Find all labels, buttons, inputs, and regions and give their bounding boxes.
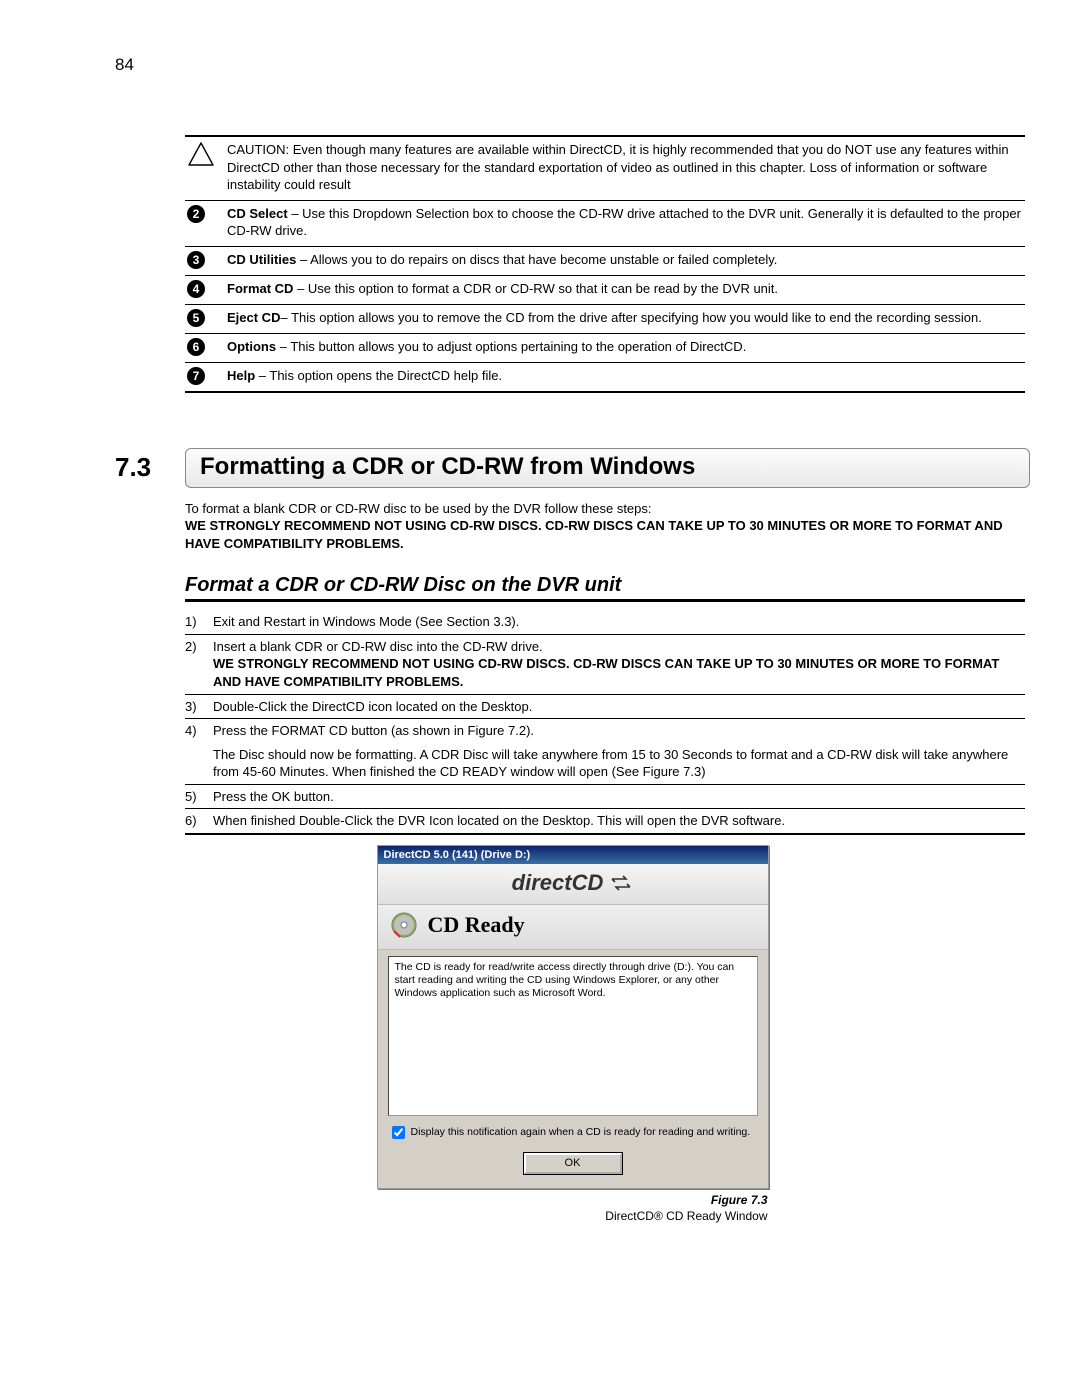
cd-ready-row: CD Ready: [378, 905, 768, 950]
def-row-2: 2 CD Select – Use this Dropdown Selectio…: [185, 200, 1025, 246]
steps-list: 1) Exit and Restart in Windows Mode (See…: [185, 610, 1025, 834]
brand-text: directCD: [512, 870, 604, 896]
cd-disc-icon: [390, 911, 418, 939]
ok-button[interactable]: OK: [524, 1153, 622, 1174]
step-1: 1) Exit and Restart in Windows Mode (See…: [185, 610, 1025, 634]
swap-arrows-icon: [609, 874, 633, 892]
section-number: 7.3: [115, 452, 185, 483]
section-heading: 7.3 Formatting a CDR or CD-RW from Windo…: [115, 448, 1030, 488]
circle-7-icon: 7: [187, 367, 205, 385]
section-title: Formatting a CDR or CD-RW from Windows: [185, 448, 1030, 488]
sub-heading: Format a CDR or CD-RW Disc on the DVR un…: [185, 574, 1025, 602]
definitions-table: CAUTION: Even though many features are a…: [185, 135, 1025, 393]
def-row-5: 5 Eject CD– This option allows you to re…: [185, 304, 1025, 333]
notification-checkbox[interactable]: [392, 1126, 405, 1139]
def-row-7: 7 Help – This option opens the DirectCD …: [185, 362, 1025, 391]
def-row-4: 4 Format CD – Use this option to format …: [185, 275, 1025, 304]
page-number: 84: [115, 55, 1030, 75]
intro-paragraph: To format a blank CDR or CD-RW disc to b…: [185, 500, 1025, 553]
step-2: 2) Insert a blank CDR or CD-RW disc into…: [185, 634, 1025, 694]
figure-caption: Figure 7.3 DirectCD® CD Ready Window: [378, 1193, 768, 1224]
caution-text: CAUTION: Even though many features are a…: [227, 141, 1025, 194]
def-row-3: 3 CD Utilities – Allows you to do repair…: [185, 246, 1025, 275]
caution-row: CAUTION: Even though many features are a…: [185, 137, 1025, 200]
notification-checkbox-label: Display this notification again when a C…: [411, 1126, 751, 1140]
window-titlebar: DirectCD 5.0 (141) (Drive D:): [378, 846, 768, 864]
notification-checkbox-row: Display this notification again when a C…: [378, 1120, 768, 1154]
ready-textbox: The CD is ready for read/write access di…: [388, 956, 758, 1116]
figure-7-3: DirectCD 5.0 (141) (Drive D:) directCD: [115, 845, 1030, 1225]
circle-5-icon: 5: [187, 309, 205, 327]
document-page: 84 CAUTION: Even though many features ar…: [0, 0, 1080, 1397]
directcd-window: DirectCD 5.0 (141) (Drive D:) directCD: [377, 845, 769, 1190]
circle-3-icon: 3: [187, 251, 205, 269]
def-row-6: 6 Options – This button allows you to ad…: [185, 333, 1025, 362]
cd-ready-label: CD Ready: [428, 912, 525, 938]
step-5: 5) Press the OK button.: [185, 784, 1025, 809]
brand-banner: directCD: [378, 864, 768, 905]
caution-icon: [185, 141, 227, 194]
step-3: 3) Double-Click the DirectCD icon locate…: [185, 694, 1025, 719]
circle-6-icon: 6: [187, 338, 205, 356]
circle-2-icon: 2: [187, 205, 205, 223]
circle-4-icon: 4: [187, 280, 205, 298]
step-6: 6) When finished Double-Click the DVR Ic…: [185, 808, 1025, 833]
step-4: 4) Press the FORMAT CD button (as shown …: [185, 718, 1025, 784]
